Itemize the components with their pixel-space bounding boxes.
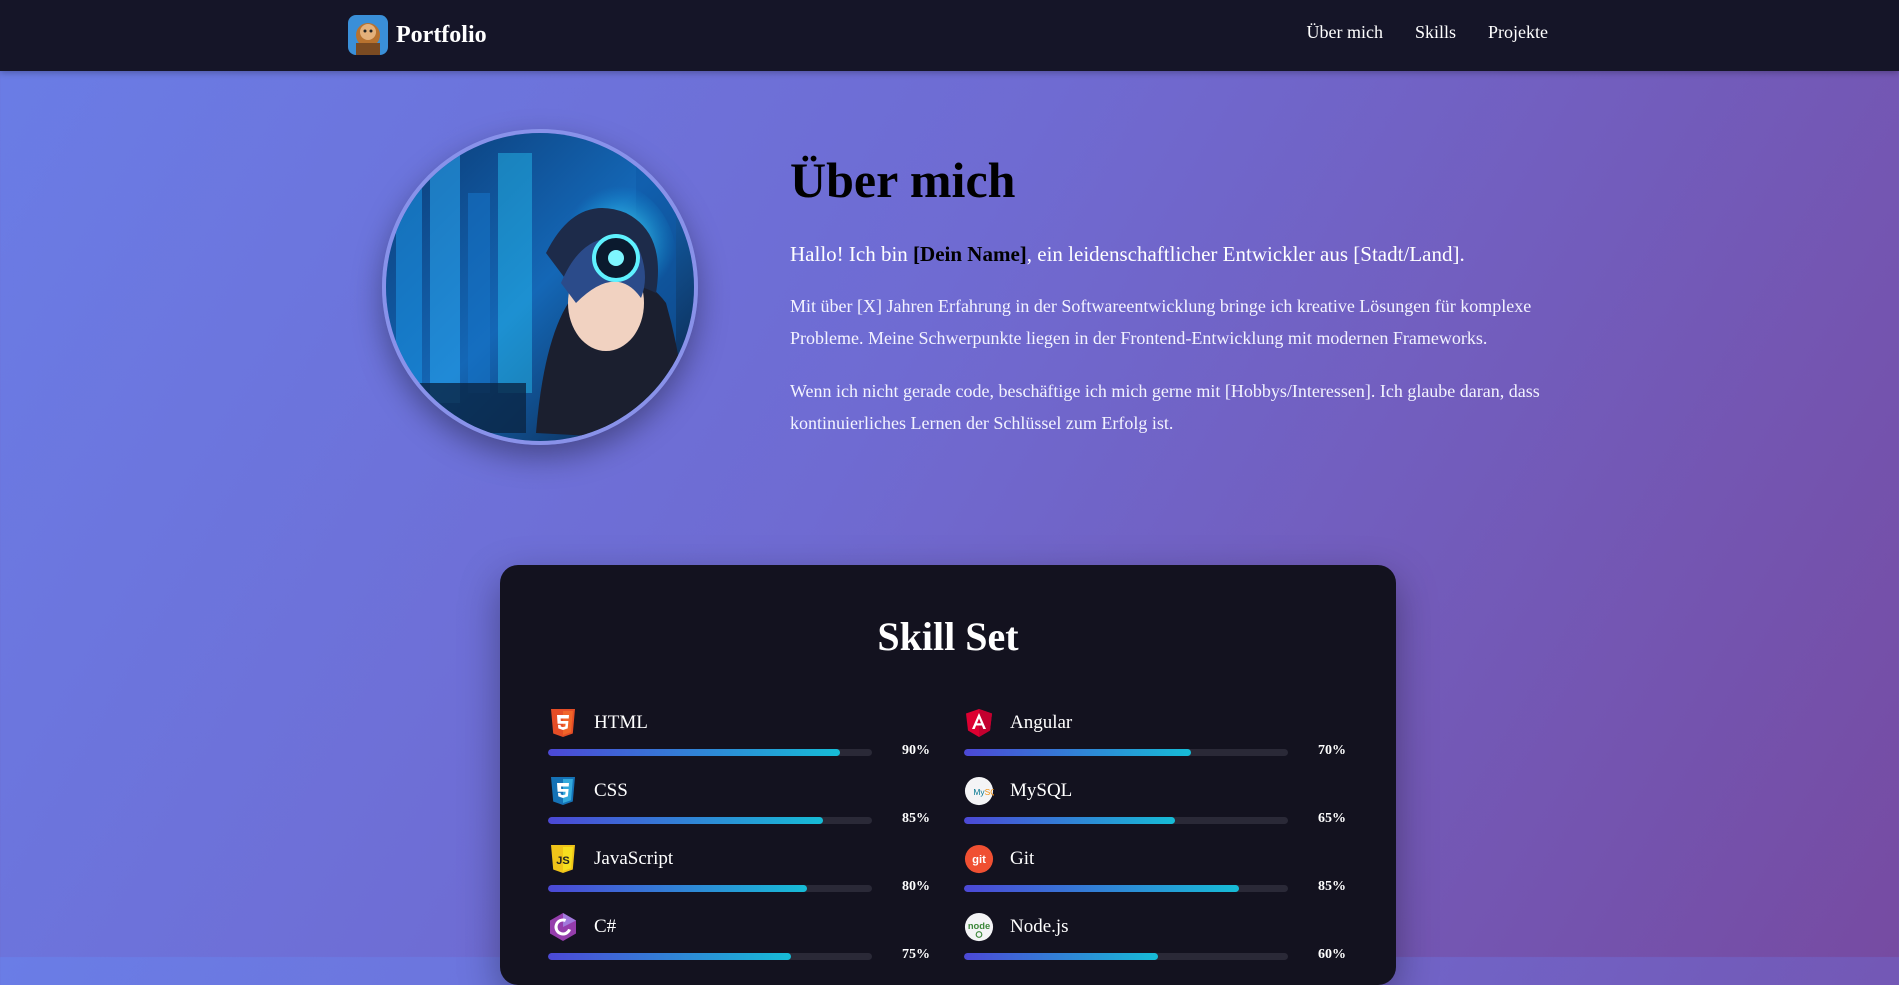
brand-logo bbox=[348, 15, 388, 55]
about-title: Über mich bbox=[790, 152, 1016, 208]
profile-avatar bbox=[382, 129, 698, 445]
skill-progress-bar bbox=[964, 817, 1288, 824]
skill-item: JS JavaScript 80% bbox=[548, 843, 930, 911]
svg-text:My: My bbox=[973, 787, 985, 797]
skill-progress-bar bbox=[548, 817, 872, 824]
brand-text: Portfolio bbox=[396, 21, 487, 48]
skill-name: Git bbox=[1010, 848, 1035, 869]
skill-percent: 75% bbox=[902, 947, 930, 962]
skill-progress-fill bbox=[964, 749, 1191, 756]
nav-link-about[interactable]: Über mich bbox=[1306, 22, 1382, 43]
skill-item: HTML 90% bbox=[548, 707, 930, 775]
skill-progress-bar bbox=[548, 885, 872, 892]
svg-text:git: git bbox=[972, 854, 986, 866]
css3-icon bbox=[548, 776, 578, 806]
skill-item: MySQL MySQL 65% bbox=[964, 775, 1346, 843]
skill-item: C# 75% bbox=[548, 911, 930, 979]
skill-item: node Node.js 60% bbox=[964, 911, 1346, 979]
brand[interactable]: Portfolio bbox=[348, 14, 487, 56]
svg-text:JS: JS bbox=[556, 855, 569, 867]
skill-progress-fill bbox=[964, 817, 1175, 824]
skill-progress-bar bbox=[964, 885, 1288, 892]
skill-progress-fill bbox=[548, 749, 840, 756]
svg-text:SQL: SQL bbox=[985, 787, 994, 797]
skill-percent: 80% bbox=[902, 879, 930, 894]
navbar: Portfolio Über mich Skills Projekte bbox=[0, 0, 1899, 71]
about-section: Über mich Hallo! Ich bin [Dein Name], ei… bbox=[790, 150, 1550, 439]
skills-column-left: HTML 90% CSS 85% JS JavaScript 80% C# 75… bbox=[548, 707, 930, 979]
skill-percent: 65% bbox=[1318, 811, 1346, 826]
nav-link-projects[interactable]: Projekte bbox=[1488, 22, 1548, 43]
about-paragraph-2: Wenn ich nicht gerade code, beschäftige … bbox=[790, 381, 1540, 433]
about-paragraph-1: Mit über [X] Jahren Erfahrung in der Sof… bbox=[790, 296, 1532, 348]
skill-progress-bar bbox=[964, 749, 1288, 756]
skills-column-right: Angular 70% MySQL MySQL 65% git Git bbox=[964, 707, 1346, 979]
skill-progress-fill bbox=[548, 885, 808, 892]
skill-name: Angular bbox=[1010, 712, 1073, 733]
mysql-icon: MySQL bbox=[964, 776, 994, 806]
skill-percent: 85% bbox=[902, 811, 930, 826]
nav-links: Über mich Skills Projekte bbox=[1306, 22, 1548, 43]
skill-percent: 85% bbox=[1318, 879, 1346, 894]
angular-icon bbox=[964, 708, 994, 738]
skill-name: HTML bbox=[594, 712, 648, 733]
git-icon: git bbox=[964, 844, 994, 874]
skill-item: CSS 85% bbox=[548, 775, 930, 843]
skill-name: C# bbox=[594, 916, 617, 937]
skill-percent: 90% bbox=[902, 743, 930, 758]
intro-post: , ein leidenschaftlicher Entwickler aus … bbox=[1026, 242, 1465, 266]
intro-name: [Dein Name] bbox=[913, 242, 1027, 266]
skill-name: CSS bbox=[594, 780, 628, 801]
skill-progress-fill bbox=[548, 817, 824, 824]
html5-icon bbox=[548, 708, 578, 738]
csharp-icon bbox=[548, 912, 578, 942]
about-intro: Hallo! Ich bin [Dein Name], ein leidensc… bbox=[790, 240, 1550, 269]
nodejs-icon: node bbox=[964, 912, 994, 942]
skill-progress-bar bbox=[548, 749, 872, 756]
skill-percent: 70% bbox=[1318, 743, 1346, 758]
skill-name: JavaScript bbox=[594, 848, 674, 869]
skill-percent: 60% bbox=[1318, 947, 1346, 962]
nav-link-skills[interactable]: Skills bbox=[1415, 22, 1456, 43]
skill-name: Node.js bbox=[1010, 916, 1069, 937]
skill-item: Angular 70% bbox=[964, 707, 1346, 775]
skills-card: Skill Set HTML 90% CSS 85% JS JavaScript… bbox=[500, 565, 1396, 985]
intro-pre: Hallo! Ich bin bbox=[790, 242, 914, 266]
javascript-icon: JS bbox=[548, 844, 578, 874]
skill-item: git Git 85% bbox=[964, 843, 1346, 911]
skills-title: Skill Set bbox=[877, 614, 1019, 659]
skill-name: MySQL bbox=[1010, 780, 1073, 801]
svg-text:node: node bbox=[968, 921, 990, 931]
skill-progress-fill bbox=[964, 885, 1240, 892]
